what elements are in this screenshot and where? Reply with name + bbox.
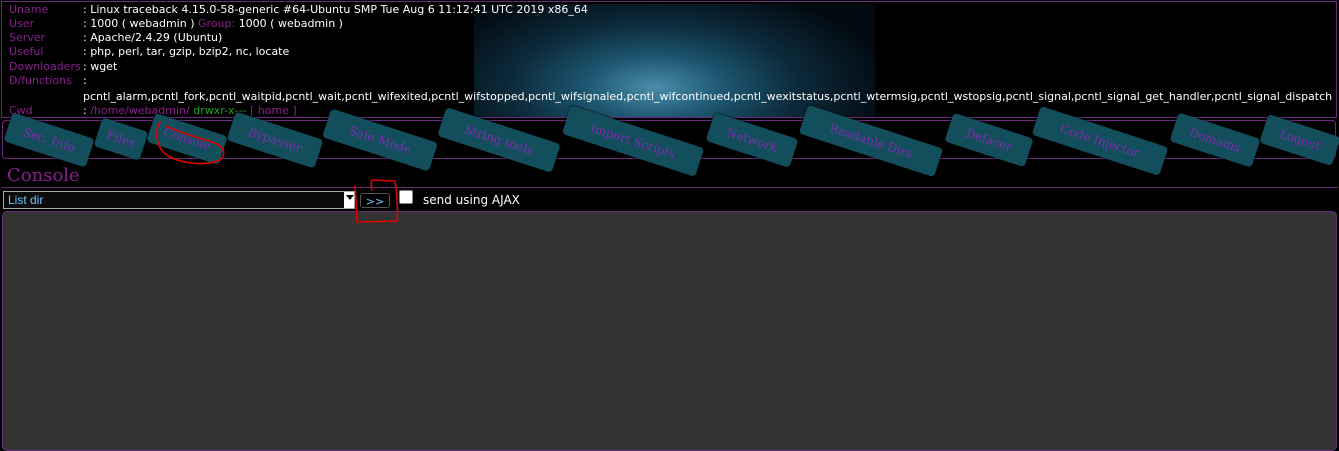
ajax-checkbox[interactable]: [399, 190, 413, 204]
console-title: Console: [7, 165, 80, 186]
cwd-row: Cwd: /home/webadmin/ drwxr-x--- [ home ]: [9, 104, 297, 117]
uname-label: Uname: [9, 3, 49, 16]
command-select[interactable]: List dir: [3, 191, 355, 209]
server-row: Server : Apache/2.4.29 (Ubuntu): [9, 31, 222, 45]
server-value: : Apache/2.4.29 (Ubuntu): [83, 31, 223, 44]
tab-files[interactable]: Files: [93, 117, 149, 161]
dropdown-arrow-icon: [346, 195, 354, 200]
server-label: Server: [9, 31, 46, 44]
console-output-area[interactable]: [2, 211, 1337, 451]
user-value: : 1000 ( webadmin ): [83, 17, 195, 30]
tab-network[interactable]: Network: [705, 112, 799, 168]
dfunctions-list: pcntl_alarm,pcntl_fork,pcntl_waitpid,pcn…: [83, 90, 1333, 103]
downloaders-label: Downloaders: [9, 60, 81, 73]
uname-row: Uname : Linux traceback 4.15.0-58-generic…: [9, 3, 588, 17]
dfunctions-colon: :: [83, 74, 87, 87]
tab-domains[interactable]: Domains: [1169, 112, 1261, 168]
server-info-panel: Uname : Linux traceback 4.15.0-58-generic…: [1, 1, 1337, 118]
cwd-path-link[interactable]: /home/webadmin/: [90, 104, 190, 117]
dfunctions-label: D/functions: [9, 74, 72, 87]
cwd-colon: :: [83, 104, 87, 117]
tab-logout[interactable]: Logout: [1259, 113, 1339, 167]
user-row: User : 1000 ( webadmin ) Group: 1000 ( we…: [9, 17, 343, 31]
cwd-home-link[interactable]: [ home ]: [250, 104, 297, 117]
downloaders-row: Downloaders: wget: [9, 60, 117, 74]
group-label: Group:: [197, 17, 236, 30]
run-command-button[interactable]: >>: [360, 193, 390, 208]
ajax-checkbox-label: send using AJAX: [423, 193, 520, 207]
tab-defacer[interactable]: Defacer: [944, 112, 1034, 168]
main-menu: Sec. Info Files Console Bypasser Safe Mo…: [2, 104, 1339, 178]
command-select-value: List dir: [4, 192, 344, 208]
tab-bypasser[interactable]: Bypasser: [226, 111, 324, 169]
dfunctions-row: D/functions:: [9, 74, 87, 88]
group-value: 1000 ( webadmin ): [238, 17, 343, 30]
useful-label: Useful: [9, 45, 44, 58]
downloaders-value: : wget: [83, 60, 118, 73]
useful-row: Useful : php, perl, tar, gzip, bzip2, nc,…: [9, 45, 289, 59]
tab-console[interactable]: Console: [146, 112, 228, 166]
tab-sec-info[interactable]: Sec. Info: [3, 112, 95, 168]
useful-value: : php, perl, tar, gzip, bzip2, nc, locat…: [83, 45, 290, 58]
uname-value: : Linux traceback 4.15.0-58-generic #64-…: [83, 3, 588, 16]
user-label: User: [9, 17, 35, 30]
